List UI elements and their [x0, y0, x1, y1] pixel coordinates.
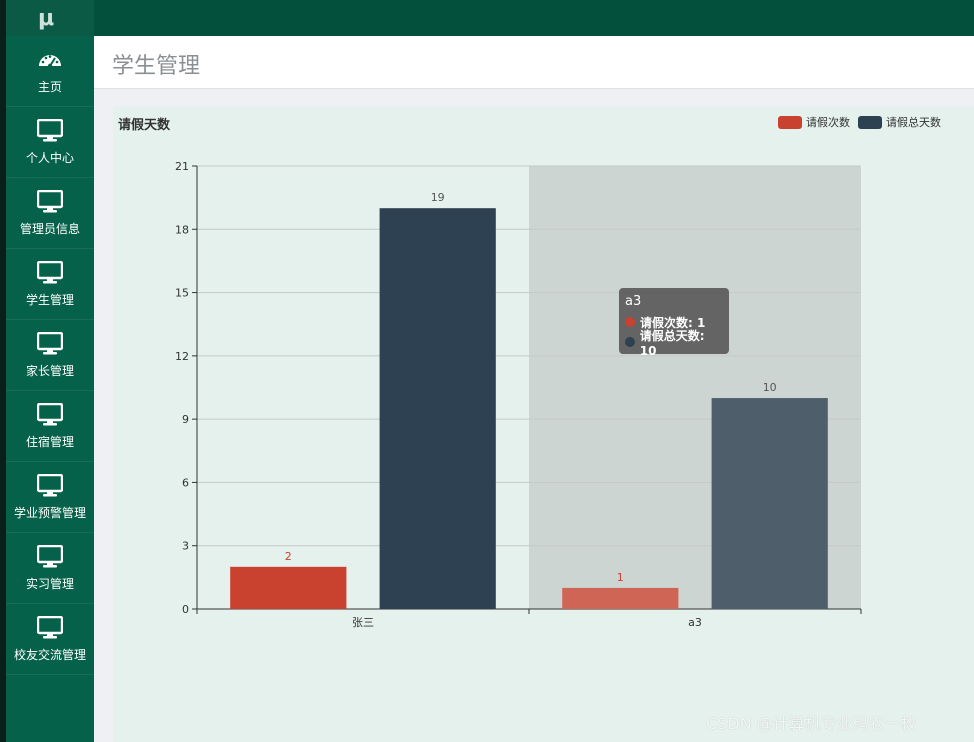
page-header: 学生管理 — [94, 36, 974, 89]
app-logo[interactable]: μ — [6, 0, 94, 36]
bar-value-label-1-0: 19 — [431, 191, 445, 204]
sidebar-item-label: 校友交流管理 — [13, 647, 86, 662]
dashboard-icon — [37, 48, 63, 78]
bar-chart[interactable]: 0 3 6 9 12 15 18 21 2 19 张三 1 10 a3 — [113, 106, 974, 742]
x-tick-label-0: 张三 — [352, 616, 374, 629]
sidebar-item-label: 管理员信息 — [19, 221, 80, 236]
legend-swatch-series-1 — [858, 115, 882, 129]
sidebar-item-label: 个人中心 — [25, 150, 74, 165]
top-bar — [94, 0, 974, 36]
sidebar-item-5[interactable]: 住宿管理 — [6, 391, 94, 462]
bar-0-1[interactable] — [562, 587, 679, 609]
legend-swatch-series-0 — [778, 115, 802, 129]
y-tick-label-4: 12 — [175, 350, 189, 363]
legend-item-series-0[interactable]: 请假次数 — [778, 114, 850, 130]
y-tick-label-5: 15 — [175, 287, 189, 300]
sidebar-item-6[interactable]: 学业预警管理 — [6, 462, 94, 533]
sidebar-item-label: 住宿管理 — [25, 434, 74, 449]
monitor-icon — [37, 544, 63, 575]
legend-label-series-0: 请假次数 — [806, 116, 850, 129]
sidebar-item-2[interactable]: 管理员信息 — [6, 178, 94, 249]
bar-1-1[interactable] — [711, 398, 828, 609]
page-title: 学生管理 — [112, 54, 201, 79]
chart-panel: 0 3 6 9 12 15 18 21 2 19 张三 1 10 a3 请假天数 请假次数 请假总天数 a… — [113, 106, 974, 742]
sidebar-nav: 主页个人中心管理员信息学生管理家长管理住宿管理学业预警管理 实习管理校友交流管理 — [6, 36, 94, 675]
tooltip-row-1: 请假总天数: 10 — [625, 329, 723, 358]
chart-legend: 请假次数 请假总天数 — [770, 114, 941, 130]
sidebar-item-8[interactable]: 校友交流管理 — [6, 604, 94, 675]
tooltip-text-1: 请假总天数: 10 — [639, 328, 705, 358]
bar-value-label-0-0: 2 — [285, 550, 292, 563]
sidebar: μ 主页个人中心管理员信息学生管理家长管理住宿管理学业预警管理 实习管理校友交流管… — [6, 0, 94, 742]
y-tick-label-7: 21 — [175, 160, 189, 173]
monitor-icon — [37, 260, 63, 291]
bar-value-label-0-1: 1 — [617, 571, 624, 584]
logo-text: μ — [38, 5, 55, 31]
legend-label-series-1: 请假总天数 — [886, 116, 941, 129]
sidebar-item-1[interactable]: 个人中心 — [6, 107, 94, 178]
x-tick-label-1: a3 — [688, 616, 702, 629]
bar-value-label-1-1: 10 — [763, 381, 777, 394]
bar-1-0[interactable] — [379, 208, 496, 609]
legend-item-series-1[interactable]: 请假总天数 — [858, 114, 941, 130]
sidebar-item-0[interactable]: 主页 — [6, 36, 94, 107]
bar-0-0[interactable] — [230, 566, 347, 609]
sidebar-item-label: 学业预警管理 — [13, 505, 86, 520]
chart-title: 请假天数 — [118, 118, 171, 133]
chart-tooltip: a3 请假次数: 1 请假总天数: 10 — [619, 288, 729, 358]
sidebar-item-4[interactable]: 家长管理 — [6, 320, 94, 391]
monitor-icon — [37, 402, 63, 433]
y-tick-label-2: 6 — [182, 476, 189, 489]
watermark: CSDN @计算机专业码农一枚 — [706, 714, 917, 733]
sidebar-item-7[interactable]: 实习管理 — [6, 533, 94, 604]
tooltip-title: a3 — [625, 294, 642, 309]
y-tick-label-0: 0 — [182, 603, 189, 616]
sidebar-item-label: 学生管理 — [25, 292, 74, 307]
y-tick-label-6: 18 — [175, 223, 189, 236]
tooltip-dot-0 — [625, 317, 635, 327]
y-tick-label-1: 3 — [182, 540, 189, 553]
monitor-icon — [37, 331, 63, 362]
monitor-icon — [37, 473, 63, 504]
monitor-icon — [37, 615, 63, 646]
sidebar-item-label: 主页 — [37, 79, 62, 94]
tooltip-dot-1 — [625, 337, 635, 347]
monitor-icon — [37, 118, 63, 149]
sidebar-item-3[interactable]: 学生管理 — [6, 249, 94, 320]
sidebar-item-label: 实习管理 — [25, 576, 74, 591]
y-tick-label-3: 9 — [182, 413, 189, 426]
monitor-icon — [37, 189, 63, 220]
sidebar-item-label: 家长管理 — [25, 363, 74, 378]
